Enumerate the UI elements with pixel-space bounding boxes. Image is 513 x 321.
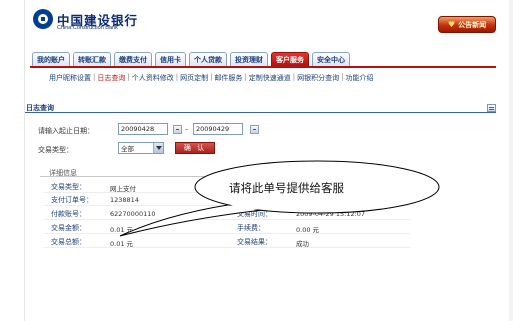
- subnav-link[interactable]: 网银积分查询: [297, 73, 339, 83]
- details-divider: [40, 176, 415, 177]
- start-date-calendar-icon[interactable]: [173, 125, 182, 134]
- subnav-link[interactable]: 功能介绍: [346, 73, 374, 83]
- sub-nav: 用户昵称设置 | 日志查询 | 个人资料修改 | 网页定制 | 邮件服务 | 定制快速通道 | 网银积分…: [49, 73, 374, 83]
- detail-row-divider: [44, 233, 410, 234]
- end-date-value: 20090429: [196, 125, 230, 133]
- subnav-link[interactable]: 用户昵称设置: [49, 73, 91, 83]
- left-gutter: [0, 0, 24, 321]
- detail-value: 2009-04-29 15:12:07: [296, 209, 366, 218]
- subnav-separator: |: [93, 73, 96, 81]
- detail-label: 付款账号：: [51, 210, 86, 218]
- detail-row-divider: [44, 192, 410, 193]
- notice-button[interactable]: ♥ 公告新闻: [438, 16, 496, 33]
- date-range-label: 请输入起止日期：: [38, 127, 94, 135]
- panel-collapse-icon[interactable]: [487, 104, 496, 112]
- nav-tab[interactable]: 个人贷款: [189, 52, 227, 66]
- nav-tab[interactable]: 缴费支付: [114, 52, 152, 66]
- nav-tab[interactable]: 客户服务: [271, 52, 309, 66]
- nav-divider: [30, 66, 496, 68]
- transaction-type-label: 交易类型：: [38, 146, 73, 154]
- detail-value: 62270000110: [110, 209, 156, 218]
- detail-value: 1238814: [110, 195, 139, 204]
- detail-value: 成功: [296, 239, 309, 248]
- main-nav: 我的账户 转账汇款 缴费支付 信用卡 个人贷款 投资理财 客户服务 安全中心: [32, 52, 350, 66]
- callout-text: 请将此单号提供给客服: [229, 181, 344, 195]
- chevron-down-icon: [153, 143, 163, 153]
- detail-value: 网上支付: [110, 184, 136, 193]
- detail-label: 交易结果：: [237, 238, 272, 246]
- transaction-type-value: 全部: [121, 145, 134, 153]
- subnav-link[interactable]: 日志查询: [97, 73, 125, 83]
- start-date-input[interactable]: 20090428: [118, 123, 168, 135]
- detail-row-divider: [44, 219, 410, 220]
- subnav-separator: |: [127, 73, 130, 81]
- nav-tab[interactable]: 安全中心: [312, 52, 350, 66]
- subnav-link[interactable]: 定制快速通道: [249, 73, 291, 83]
- date-range-separator: –: [185, 125, 189, 133]
- subnav-link[interactable]: 邮件服务: [214, 73, 242, 83]
- scrollbar-track[interactable]: [509, 0, 513, 321]
- end-date-calendar-icon[interactable]: [250, 125, 259, 134]
- start-date-value: 20090428: [121, 125, 155, 133]
- bank-name-en: China Construction Bank: [57, 25, 118, 31]
- subnav-separator: |: [341, 73, 344, 81]
- detail-label: 交易总额：: [51, 238, 86, 246]
- subnav-separator: |: [210, 73, 213, 81]
- panel-divider: [25, 112, 496, 113]
- detail-row-divider: [44, 205, 410, 206]
- subnav-link[interactable]: 网页定制: [180, 73, 208, 83]
- detail-label: 支付订单号：: [51, 196, 93, 204]
- nav-tab[interactable]: 我的账户: [32, 52, 70, 66]
- subnav-separator: |: [175, 73, 179, 81]
- nav-tab[interactable]: 转账汇款: [73, 52, 111, 66]
- detail-label: 交易时间：: [237, 210, 272, 218]
- subnav-separator: |: [244, 73, 247, 81]
- heart-icon: ♥: [447, 20, 456, 29]
- detail-label: 交易金额：: [51, 224, 86, 232]
- detail-value: 0.00 元: [296, 225, 320, 234]
- transaction-type-select[interactable]: 全部: [118, 142, 164, 154]
- detail-value: 0.01 元: [110, 239, 134, 248]
- detail-label: 交易类型：: [51, 183, 86, 191]
- detail-row-divider: [44, 247, 410, 248]
- ccb-logo-icon: [33, 9, 53, 29]
- page-frame: [24, 0, 509, 321]
- subnav-separator: |: [292, 73, 296, 81]
- subnav-link[interactable]: 个人资料修改: [132, 73, 174, 83]
- detail-value: 0.01 元: [110, 225, 134, 234]
- detail-label: 手续费：: [237, 224, 265, 232]
- nav-tab[interactable]: 信用卡: [155, 52, 186, 66]
- confirm-button[interactable]: 确 认: [175, 142, 215, 154]
- nav-tab[interactable]: 投资理财: [230, 52, 268, 66]
- notice-button-label: 公告新闻: [458, 20, 487, 29]
- end-date-input[interactable]: 20090429: [193, 123, 243, 135]
